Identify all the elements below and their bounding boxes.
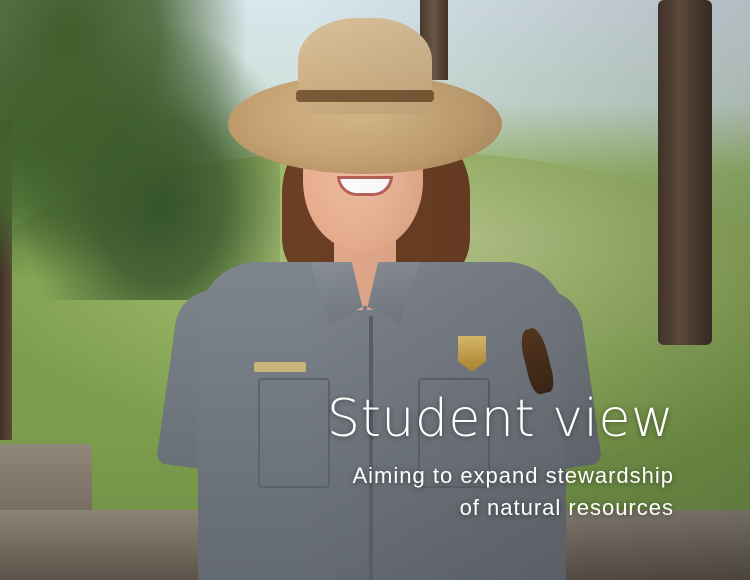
- hero-subtitle-line: Aiming to expand stewardship: [352, 463, 674, 488]
- hero-caption: Student view Aiming to expand stewardshi…: [327, 388, 674, 524]
- hero-title: Student view: [327, 389, 674, 449]
- hero-subtitle-line: of natural resources: [459, 495, 674, 520]
- hero-subtitle: Aiming to expand stewardship of natural …: [327, 460, 674, 524]
- hero-photo: Student view Aiming to expand stewardshi…: [0, 0, 750, 580]
